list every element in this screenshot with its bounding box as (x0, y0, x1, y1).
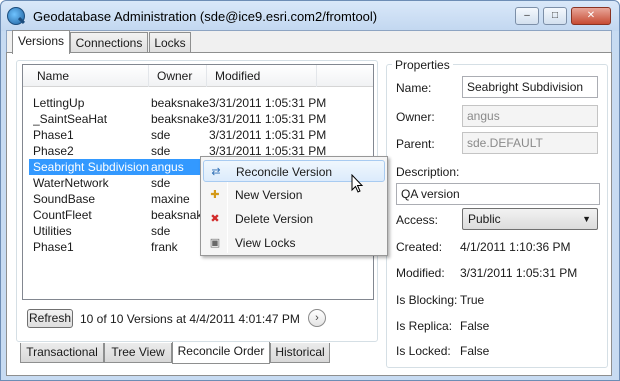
owner-field: angus (462, 105, 598, 127)
parent-label: Parent: (396, 137, 435, 151)
description-field[interactable]: QA version (396, 183, 600, 205)
cell-name: CountFleet (33, 208, 92, 222)
context-menu: ⇄ Reconcile Version ✚ New Version ✖ Dele… (200, 156, 388, 256)
cell-name: Utilities (33, 224, 72, 238)
tab-historical[interactable]: Historical (270, 343, 330, 363)
table-row[interactable]: _SaintSeaHat beaksnake 3/31/2011 1:05:31 P… (29, 111, 369, 127)
menu-item-label: View Locks (235, 236, 296, 250)
table-row[interactable]: LettingUp beaksnake 3/31/2011 1:05:31 PM (29, 95, 369, 111)
next-arrow-icon[interactable]: › (308, 309, 326, 327)
cell-name: Phase1 (33, 240, 74, 254)
access-label: Access: (396, 213, 439, 227)
table-row[interactable]: Phase1 sde 3/31/2011 1:05:31 PM (29, 127, 369, 143)
cell-owner: beaksnake (151, 112, 209, 126)
cell-modified: 3/31/2011 1:05:31 PM (209, 96, 327, 110)
close-button[interactable]: ✕ (571, 7, 611, 25)
cell-name: Phase2 (33, 144, 74, 158)
cell-name: SoundBase (33, 192, 96, 206)
cell-owner: beaksnake (151, 96, 209, 110)
minimize-button[interactable]: – (515, 7, 539, 25)
tab-tree-view[interactable]: Tree View (104, 343, 172, 363)
app-globe-icon (7, 7, 25, 25)
menu-item-view-locks[interactable]: ▣ View Locks (203, 232, 385, 254)
tab-reconcile-order[interactable]: Reconcile Order (172, 342, 270, 364)
is-locked-label: Is Locked: (396, 344, 451, 358)
owner-label: Owner: (396, 110, 435, 124)
tab-transactional[interactable]: Transactional (20, 343, 104, 363)
cell-name: Seabright Subdivision (33, 160, 150, 174)
window-title: Geodatabase Administration (sde@ice9.esr… (33, 9, 378, 24)
new-version-icon: ✚ (210, 189, 220, 201)
menu-item-label: Reconcile Version (236, 165, 333, 179)
tab-versions[interactable]: Versions (12, 30, 70, 54)
version-count-status: 10 of 10 Versions at 4/4/2011 4:01:47 PM (80, 312, 300, 326)
is-replica-value: False (460, 319, 490, 333)
cell-name: Phase1 (33, 128, 74, 142)
title-bar[interactable]: Geodatabase Administration (sde@ice9.esr… (1, 1, 619, 31)
properties-title: Properties (392, 58, 453, 72)
description-label: Description: (396, 165, 460, 179)
reconcile-icon: ⇄ (211, 166, 221, 178)
chevron-down-icon: ▼ (582, 214, 591, 224)
is-replica-label: Is Replica: (396, 319, 453, 333)
modified-label: Modified: (396, 266, 445, 280)
created-value: 4/1/2011 1:10:36 PM (460, 240, 571, 254)
tab-connections[interactable]: Connections (70, 32, 148, 54)
cell-name: LettingUp (33, 96, 85, 110)
cell-modified: 3/31/2011 1:05:31 PM (209, 128, 327, 142)
cell-modified: 3/31/2011 1:05:31 PM (209, 112, 327, 126)
access-dropdown-value: Public (468, 212, 501, 226)
is-locked-value: False (460, 344, 490, 358)
access-dropdown[interactable]: Public ▼ (462, 208, 598, 230)
column-header-name[interactable]: Name (29, 65, 149, 87)
menu-item-delete-version[interactable]: ✖ Delete Version (203, 208, 385, 230)
created-label: Created: (396, 240, 443, 254)
menu-item-label: Delete Version (235, 212, 314, 226)
column-header-owner[interactable]: Owner (149, 65, 207, 87)
cell-owner: sde (151, 128, 171, 142)
name-field[interactable]: Seabright Subdivision (462, 76, 598, 98)
delete-icon: ✖ (210, 213, 220, 225)
refresh-button[interactable]: Refresh (27, 309, 73, 328)
maximize-button[interactable]: □ (543, 7, 567, 25)
lock-icon: ▣ (209, 237, 221, 249)
column-header-modified[interactable]: Modified (207, 65, 317, 87)
cell-name: _SaintSeaHat (33, 112, 108, 126)
is-blocking-label: Is Blocking: (396, 293, 458, 307)
menu-item-label: New Version (235, 188, 303, 202)
is-blocking-value: True (460, 293, 485, 307)
list-header: Name Owner Modified (23, 65, 373, 87)
parent-field: sde.DEFAULT (462, 132, 598, 154)
name-label: Name: (396, 81, 432, 95)
tab-locks[interactable]: Locks (149, 32, 191, 54)
modified-value: 3/31/2011 1:05:31 PM (460, 266, 578, 280)
mouse-pointer-icon (351, 174, 364, 193)
cell-name: WaterNetwork (33, 176, 109, 190)
